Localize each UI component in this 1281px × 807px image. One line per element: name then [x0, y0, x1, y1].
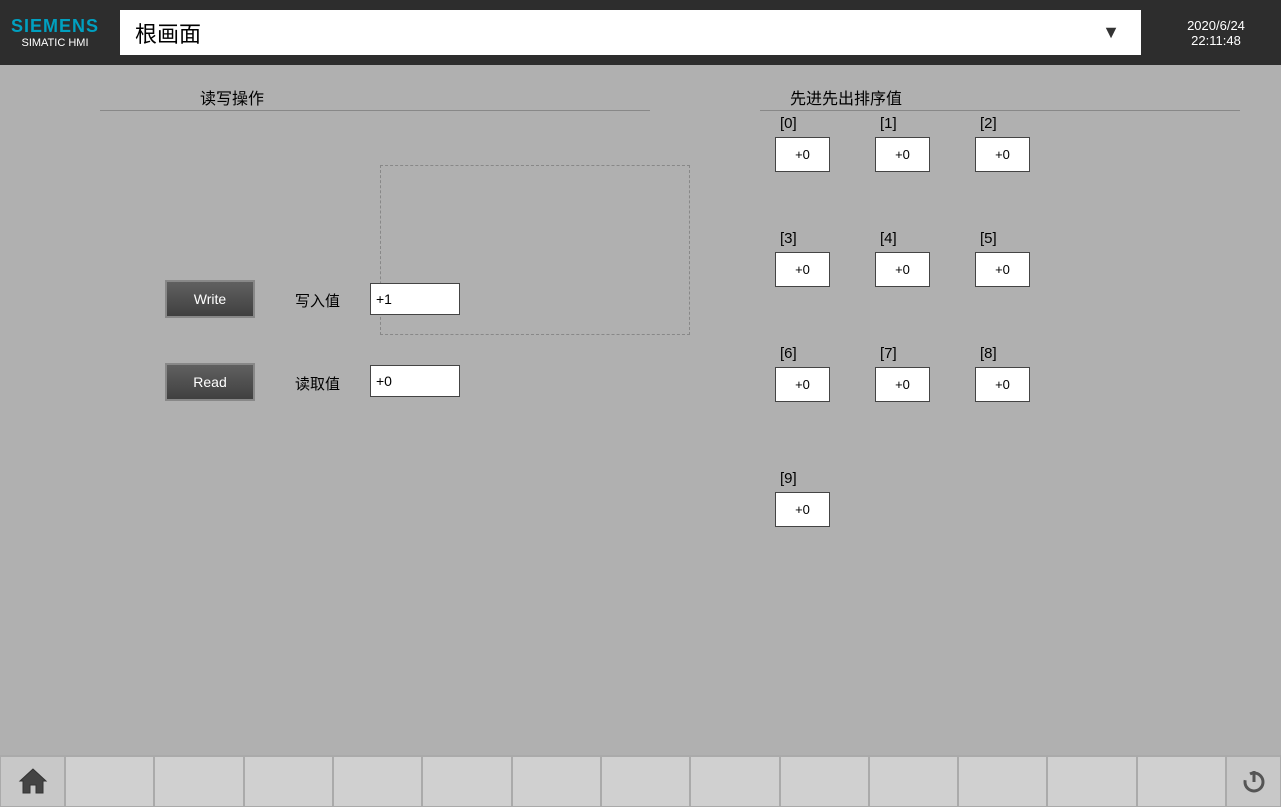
fifo-value-3[interactable]: +0: [775, 252, 830, 287]
fifo-divider: [760, 110, 1240, 111]
write-field-label: 写入值: [295, 290, 340, 311]
main-content: 读写操作 先进先出排序值 Write 写入值 Read 读取值 [0] +0 […: [0, 65, 1281, 755]
fifo-index-2: [2]: [980, 115, 997, 132]
write-input[interactable]: [370, 283, 460, 315]
write-button-label: Write: [194, 291, 226, 307]
taskbar-btn-9[interactable]: [780, 756, 869, 807]
fifo-index-9: [9]: [780, 470, 797, 487]
taskbar-btn-12[interactable]: [1047, 756, 1136, 807]
fifo-value-2[interactable]: +0: [975, 137, 1030, 172]
taskbar-btn-6[interactable]: [512, 756, 601, 807]
datetime-display: 2020/6/24 22:11:48: [1151, 0, 1281, 65]
fifo-index-0: [0]: [780, 115, 797, 132]
fifo-index-1: [1]: [880, 115, 897, 132]
fifo-value-0[interactable]: +0: [775, 137, 830, 172]
time-display: 22:11:48: [1191, 33, 1241, 48]
read-field-label: 读取值: [295, 373, 340, 394]
rw-divider: [100, 110, 650, 111]
fifo-value-5[interactable]: +0: [975, 252, 1030, 287]
rw-section-title: 读写操作: [200, 85, 264, 109]
read-input[interactable]: [370, 365, 460, 397]
home-icon: [18, 767, 48, 795]
taskbar-btn-5[interactable]: [422, 756, 511, 807]
topbar: SIEMENS SIMATIC HMI 根画面 ▼ 2020/6/24 22:1…: [0, 0, 1281, 65]
taskbar: [0, 755, 1281, 806]
siemens-logo: SIEMENS SIMATIC HMI: [0, 0, 110, 65]
fifo-value-6[interactable]: +0: [775, 367, 830, 402]
chevron-down-icon[interactable]: ▼: [1096, 18, 1126, 48]
fifo-value-7[interactable]: +0: [875, 367, 930, 402]
fifo-index-5: [5]: [980, 230, 997, 247]
taskbar-btn-11[interactable]: [958, 756, 1047, 807]
fifo-index-3: [3]: [780, 230, 797, 247]
taskbar-btn-13[interactable]: [1137, 756, 1226, 807]
taskbar-btn-10[interactable]: [869, 756, 958, 807]
fifo-value-8[interactable]: +0: [975, 367, 1030, 402]
power-button[interactable]: [1226, 756, 1281, 807]
fifo-section-title: 先进先出排序值: [790, 85, 902, 109]
power-icon: [1240, 767, 1268, 795]
siemens-brand: SIEMENS: [11, 16, 99, 37]
fifo-value-4[interactable]: +0: [875, 252, 930, 287]
taskbar-btn-4[interactable]: [333, 756, 422, 807]
screen-title-dropdown[interactable]: 根画面 ▼: [120, 10, 1141, 55]
fifo-index-6: [6]: [780, 345, 797, 362]
fifo-index-8: [8]: [980, 345, 997, 362]
read-button-label: Read: [193, 374, 226, 390]
taskbar-btn-1[interactable]: [65, 756, 154, 807]
screen-title: 根画面: [135, 17, 201, 49]
date-display: 2020/6/24: [1187, 18, 1245, 33]
taskbar-btn-2[interactable]: [154, 756, 243, 807]
fifo-index-4: [4]: [880, 230, 897, 247]
fifo-value-9[interactable]: +0: [775, 492, 830, 527]
fifo-index-7: [7]: [880, 345, 897, 362]
taskbar-btn-8[interactable]: [690, 756, 779, 807]
home-button[interactable]: [0, 756, 65, 807]
simatic-label: SIMATIC HMI: [21, 37, 88, 49]
taskbar-btn-3[interactable]: [244, 756, 333, 807]
taskbar-btn-7[interactable]: [601, 756, 690, 807]
read-button[interactable]: Read: [165, 363, 255, 401]
fifo-value-1[interactable]: +0: [875, 137, 930, 172]
write-button[interactable]: Write: [165, 280, 255, 318]
